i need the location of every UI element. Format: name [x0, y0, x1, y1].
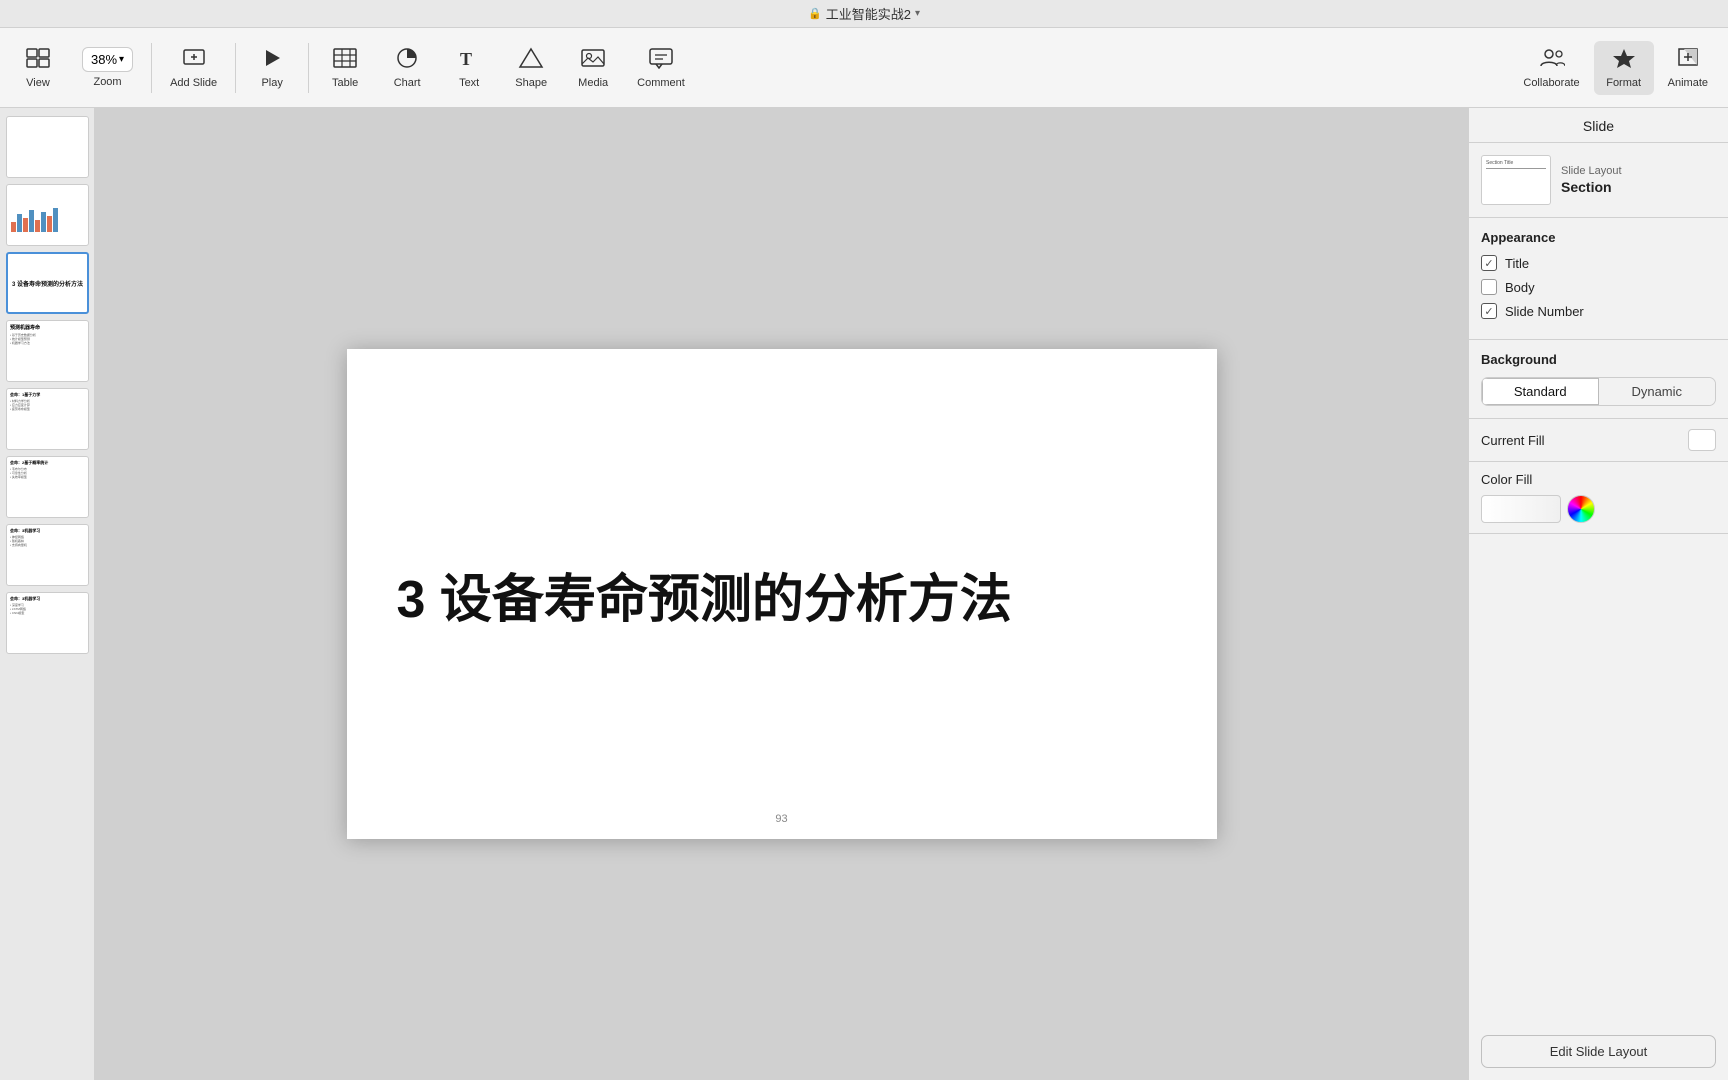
shape-icon: [518, 47, 544, 73]
appearance-section: Appearance Title Body Slide Number: [1469, 218, 1728, 340]
view-label: View: [26, 77, 50, 89]
zoom-value: 38%: [91, 52, 117, 67]
layout-small-label: Slide Layout: [1561, 165, 1622, 177]
color-fill-control: [1481, 495, 1716, 523]
checkbox-body-row: Body: [1481, 279, 1716, 295]
dynamic-bg-btn[interactable]: Dynamic: [1599, 378, 1716, 405]
checkbox-title-row: Title: [1481, 255, 1716, 271]
edit-slide-layout-button[interactable]: Edit Slide Layout: [1481, 1035, 1716, 1068]
document-title[interactable]: 工业智能实战2: [826, 4, 911, 23]
slide-thumb-7[interactable]: 会命：3机器学习 • 神经网络• 随机森林• 支持向量机: [6, 524, 89, 586]
toolbar-table[interactable]: Table: [315, 41, 375, 95]
slide-thumb-3[interactable]: 3 设备寿命预测的分析方法: [6, 252, 89, 314]
table-label: Table: [332, 77, 358, 89]
slide-number-checkbox[interactable]: [1481, 303, 1497, 319]
zoom-chevron-icon: ▾: [119, 54, 124, 65]
svg-text:T: T: [460, 49, 472, 69]
layout-preview-label: Section Title: [1486, 160, 1546, 169]
canvas-area[interactable]: 3 设备寿命预测的分析方法 93: [95, 108, 1468, 1080]
toolbar: View 38% ▾ Zoom Add Slide Play: [0, 28, 1728, 108]
title-bar: 🔒 工业智能实战2 ▾: [0, 0, 1728, 28]
panel-title: Slide: [1469, 108, 1728, 143]
toolbar-chart[interactable]: Chart: [377, 41, 437, 95]
play-icon: [261, 47, 283, 73]
animate-label: Animate: [1668, 77, 1708, 89]
toolbar-play[interactable]: Play: [242, 41, 302, 95]
slide-thumb-6[interactable]: 会命：2基于概率统计 • 韦布尔分布• 可靠性分析• 失效率模型: [6, 456, 89, 518]
background-title: Background: [1481, 352, 1716, 367]
collaborate-label: Collaborate: [1523, 77, 1579, 89]
comment-icon: [648, 47, 674, 73]
slide-thumb-4[interactable]: 预测机器寿命 • 基于历史数据分析• 统计模型预测• 机器学习方法: [6, 320, 89, 382]
format-label: Format: [1606, 77, 1641, 89]
slide-main-text: 3 设备寿命预测的分析方法: [347, 557, 1012, 632]
table-icon: [332, 47, 358, 73]
zoom-control[interactable]: 38% ▾: [82, 47, 133, 72]
slide-canvas: 3 设备寿命预测的分析方法 93: [347, 349, 1217, 839]
checkbox-slide-number-row: Slide Number: [1481, 303, 1716, 319]
chart-label: Chart: [394, 77, 421, 89]
title-checkbox-label: Title: [1505, 256, 1529, 271]
toolbar-collaborate[interactable]: Collaborate: [1511, 41, 1591, 95]
lock-icon: 🔒: [808, 7, 822, 20]
toolbar-zoom[interactable]: 38% ▾ Zoom: [70, 41, 145, 94]
color-fill-swatch[interactable]: [1481, 495, 1561, 523]
main-content: 3 设备寿命预测的分析方法 预测机器寿命 • 基于历史数据分析• 统计模型预测•…: [0, 108, 1728, 1080]
format-icon: [1611, 47, 1637, 73]
background-toggle: Standard Dynamic: [1481, 377, 1716, 406]
chart-icon: [394, 47, 420, 73]
color-wheel-button[interactable]: [1567, 495, 1595, 523]
toolbar-shape[interactable]: Shape: [501, 41, 561, 95]
title-chevron-icon[interactable]: ▾: [915, 8, 920, 19]
toolbar-format[interactable]: Format: [1594, 41, 1654, 95]
layout-section: Section Title Slide Layout Section: [1469, 143, 1728, 218]
add-slide-icon: [181, 47, 207, 73]
text-label: Text: [459, 77, 479, 89]
media-label: Media: [578, 77, 608, 89]
view-icon: [25, 47, 51, 73]
body-checkbox-label: Body: [1505, 280, 1535, 295]
current-fill-color[interactable]: [1688, 429, 1716, 451]
collaborate-icon: [1539, 47, 1565, 73]
slide-thumb-8[interactable]: 会命：3机器学习 • 深度学习• LSTM网络• CNN模型: [6, 592, 89, 654]
current-fill-label: Current Fill: [1481, 433, 1545, 448]
layout-preview[interactable]: Section Title: [1481, 155, 1551, 205]
slide-number-checkbox-label: Slide Number: [1505, 304, 1584, 319]
animate-icon: [1675, 47, 1701, 73]
toolbar-comment[interactable]: Comment: [625, 41, 697, 95]
toolbar-media[interactable]: Media: [563, 41, 623, 95]
current-fill-section: Current Fill: [1469, 419, 1728, 462]
slide-thumb-1[interactable]: [6, 116, 89, 178]
toolbar-sep-2: [235, 43, 236, 93]
text-icon: T: [456, 47, 482, 73]
slide-panel: 3 设备寿命预测的分析方法 预测机器寿命 • 基于历史数据分析• 统计模型预测•…: [0, 108, 95, 1080]
background-section: Background Standard Dynamic: [1469, 340, 1728, 419]
title-checkbox[interactable]: [1481, 255, 1497, 271]
toolbar-text[interactable]: T Text: [439, 41, 499, 95]
play-label: Play: [261, 77, 282, 89]
shape-label: Shape: [515, 77, 547, 89]
toolbar-add-slide[interactable]: Add Slide: [158, 41, 229, 95]
media-icon: [580, 47, 606, 73]
color-fill-label: Color Fill: [1481, 472, 1716, 487]
slide-page-number: 93: [775, 813, 787, 825]
slide-thumb-2[interactable]: [6, 184, 89, 246]
layout-name: Section: [1561, 179, 1622, 195]
zoom-label: Zoom: [93, 76, 121, 88]
comment-label: Comment: [637, 77, 685, 89]
toolbar-animate[interactable]: Animate: [1656, 41, 1720, 95]
body-checkbox[interactable]: [1481, 279, 1497, 295]
standard-bg-btn[interactable]: Standard: [1482, 378, 1599, 405]
color-fill-section: Color Fill: [1469, 462, 1728, 534]
appearance-title: Appearance: [1481, 230, 1716, 245]
add-slide-label: Add Slide: [170, 77, 217, 89]
toolbar-sep-1: [151, 43, 152, 93]
right-panel: Slide Section Title Slide Layout Section…: [1468, 108, 1728, 1080]
toolbar-view[interactable]: View: [8, 41, 68, 95]
toolbar-sep-3: [308, 43, 309, 93]
slide-thumb-5[interactable]: 会命：1基于力学 • 材料力学分析• 应力应变计算• 疲劳寿命模型: [6, 388, 89, 450]
